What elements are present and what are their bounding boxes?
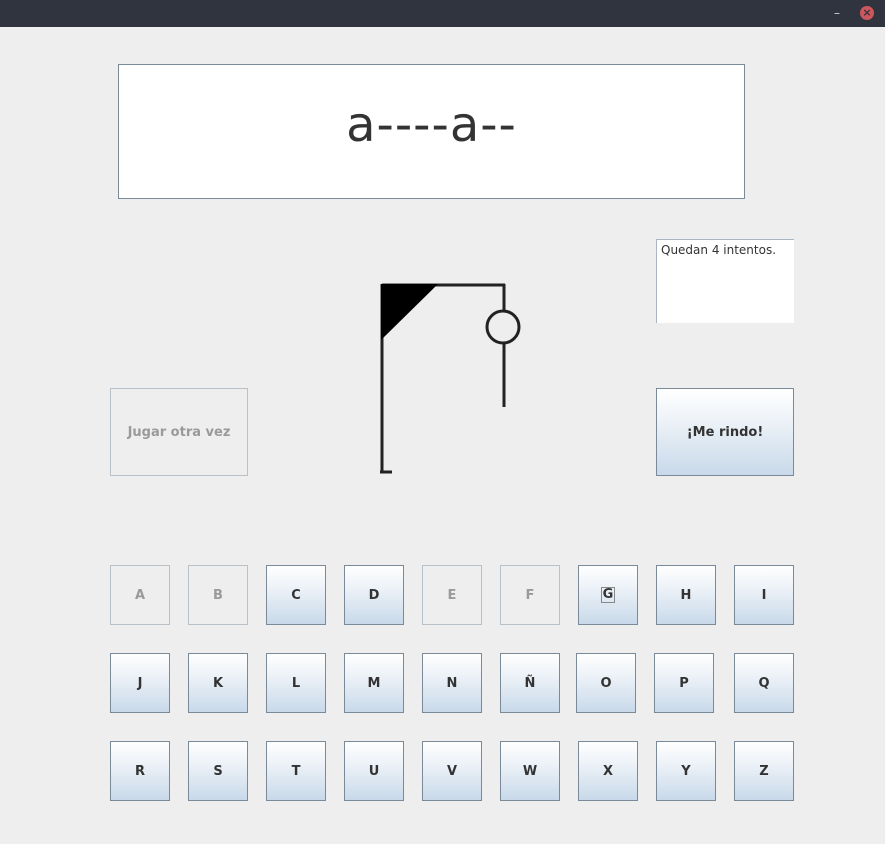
letter-button-r[interactable]: R xyxy=(110,741,170,801)
play-again-button[interactable]: Jugar otra vez xyxy=(110,388,248,476)
letter-button-w[interactable]: W xyxy=(500,741,560,801)
letter-label: I xyxy=(761,587,767,603)
letter-label: U xyxy=(368,763,380,779)
letter-label: S xyxy=(213,763,223,779)
letter-button-v[interactable]: V xyxy=(422,741,482,801)
letter-label: B xyxy=(213,587,223,603)
minimize-icon[interactable]: – xyxy=(831,6,843,20)
letter-button-y[interactable]: Y xyxy=(656,741,716,801)
letter-label: Y xyxy=(681,763,691,779)
give-up-button[interactable]: ¡Me rindo! xyxy=(656,388,794,476)
letter-label: Z xyxy=(759,763,769,779)
letter-label: Q xyxy=(758,675,770,691)
letter-button-ñ[interactable]: Ñ xyxy=(500,653,560,713)
letter-label: T xyxy=(291,763,301,779)
letter-label: V xyxy=(446,763,458,779)
letter-button-f[interactable]: F xyxy=(500,565,560,625)
letter-button-s[interactable]: S xyxy=(188,741,248,801)
close-icon[interactable]: × xyxy=(860,6,874,20)
letter-button-o[interactable]: O xyxy=(576,653,636,713)
letter-label: F xyxy=(525,587,535,603)
letter-button-l[interactable]: L xyxy=(266,653,326,713)
letter-label: C xyxy=(291,587,301,603)
window-titlebar: – × xyxy=(0,0,885,27)
letter-button-e[interactable]: E xyxy=(422,565,482,625)
letter-label: K xyxy=(212,675,224,691)
letter-label: R xyxy=(134,763,145,779)
letter-label: J xyxy=(137,675,143,691)
attempts-status-text: Quedan 4 intentos. xyxy=(656,239,794,323)
letter-button-u[interactable]: U xyxy=(344,741,404,801)
letter-label: G xyxy=(600,587,616,603)
hangman-gallows-icon xyxy=(380,283,521,474)
masked-word: a----a-- xyxy=(346,96,517,153)
letter-button-d[interactable]: D xyxy=(344,565,404,625)
letter-label: A xyxy=(134,587,146,603)
letter-button-i[interactable]: I xyxy=(734,565,794,625)
letter-label: W xyxy=(522,763,538,779)
letter-button-q[interactable]: Q xyxy=(734,653,794,713)
letter-label: D xyxy=(368,587,380,603)
letter-button-z[interactable]: Z xyxy=(734,741,794,801)
letter-button-j[interactable]: J xyxy=(110,653,170,713)
letter-label: Ñ xyxy=(524,675,536,691)
letter-label: P xyxy=(679,675,689,691)
letter-label: X xyxy=(602,763,614,779)
letter-button-g[interactable]: G xyxy=(578,565,638,625)
letter-label: L xyxy=(291,675,301,691)
letter-button-h[interactable]: H xyxy=(656,565,716,625)
letter-label: E xyxy=(447,587,457,603)
letter-button-n[interactable]: N xyxy=(422,653,482,713)
letter-label: O xyxy=(600,675,612,691)
word-panel: a----a-- xyxy=(118,64,745,199)
letter-button-k[interactable]: K xyxy=(188,653,248,713)
letter-button-b[interactable]: B xyxy=(188,565,248,625)
letter-label: H xyxy=(680,587,692,603)
letter-button-x[interactable]: X xyxy=(578,741,638,801)
letter-button-t[interactable]: T xyxy=(266,741,326,801)
letter-button-m[interactable]: M xyxy=(344,653,404,713)
letter-label: M xyxy=(367,675,381,691)
letter-button-p[interactable]: P xyxy=(654,653,714,713)
letter-button-c[interactable]: C xyxy=(266,565,326,625)
letter-label: N xyxy=(446,675,458,691)
letter-button-a[interactable]: A xyxy=(110,565,170,625)
